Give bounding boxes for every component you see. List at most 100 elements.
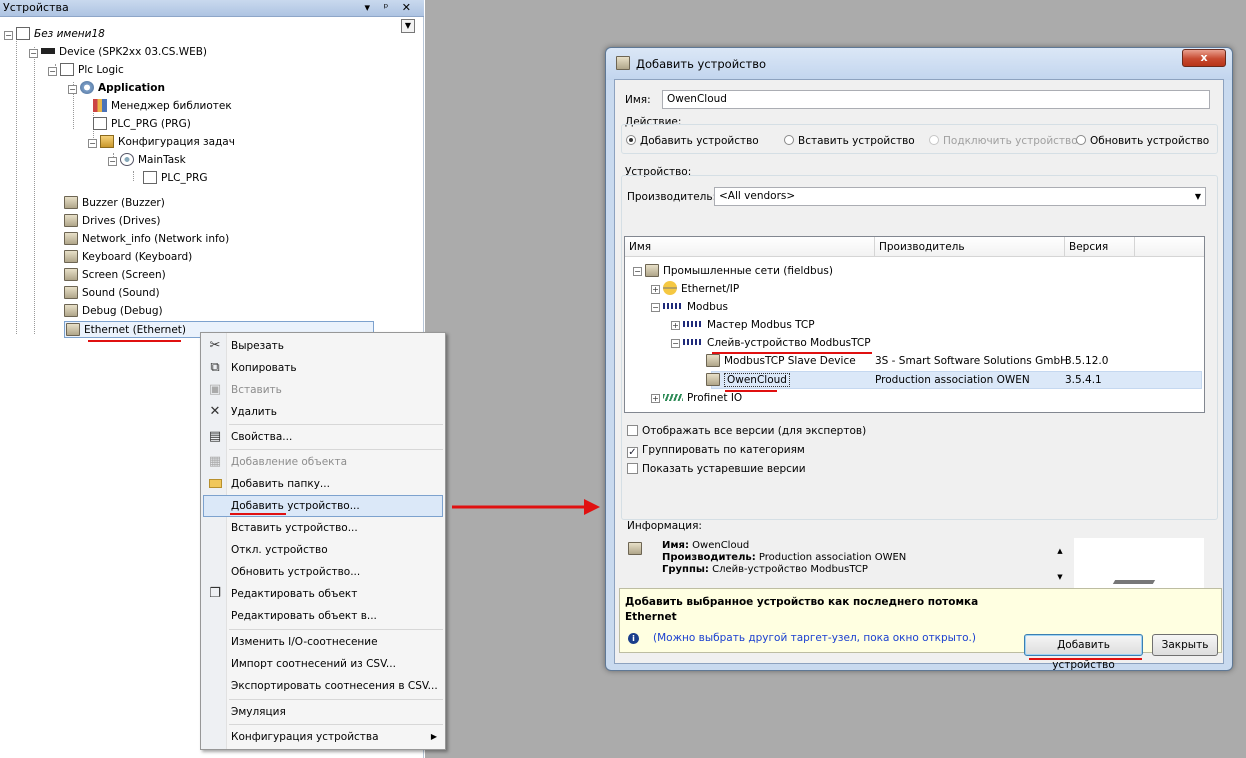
tree-module[interactable]: Buzzer (Buzzer) [64, 195, 165, 212]
tree-plc-logic[interactable]: − Plc Logic [48, 62, 124, 79]
menu-item-add-folder[interactable]: Добавить папку... [203, 473, 443, 495]
pin-icon[interactable]: ᵖ [384, 0, 394, 16]
fieldbus-icon [645, 264, 659, 277]
paste-icon: ▣ [208, 382, 222, 397]
list-row-profinet[interactable]: + Profinet IO [651, 389, 742, 407]
tree-task-config[interactable]: − Конфигурация задач [88, 134, 235, 151]
tree-library-manager[interactable]: Менеджер библиотек [93, 98, 232, 115]
red-arrow-annotation [452, 499, 600, 515]
add-device-button[interactable]: Добавить устройство [1024, 634, 1143, 671]
menu-item-export-csv[interactable]: Экспортировать соотнесения в CSV... [203, 675, 443, 697]
menu-item-delete[interactable]: ✕ Удалить [203, 401, 443, 423]
list-row-owencloud-selected[interactable]: OwenCloud Production association OWEN 3.… [706, 371, 1206, 389]
list-row-master-modbus-tcp[interactable]: + Мастер Modbus TCP [671, 316, 815, 334]
menu-item-device-config[interactable]: Конфигурация устройства ▶ [203, 726, 443, 748]
list-row-modbus[interactable]: − Modbus [651, 298, 728, 316]
column-header-version[interactable]: Версия [1065, 237, 1135, 257]
menu-item-emulation[interactable]: Эмуляция [203, 701, 443, 723]
device-list: Имя Производитель Версия − Промышленные с… [624, 236, 1205, 413]
hint-line-2: Ethernet [625, 611, 677, 623]
menu-item-edit-io-mapping[interactable]: Изменить I/O-соотнесение [203, 631, 443, 653]
device-icon [706, 373, 720, 386]
delete-icon: ✕ [209, 404, 221, 419]
list-row-ethernet-ip[interactable]: + Ethernet/IP [651, 280, 739, 298]
list-row-fieldbus[interactable]: − Промышленные сети (fieldbus) [633, 262, 833, 280]
chevron-down-icon: ▼ [1194, 192, 1201, 201]
panel-dropdown-icon[interactable]: ▾ [365, 0, 376, 16]
add-device-dialog: Добавить устройство x Имя: OwenCloud Дей… [605, 47, 1233, 671]
collapse-icon[interactable]: − [4, 31, 13, 40]
tree-plc-prg-call[interactable]: PLC_PRG [143, 170, 208, 187]
module-icon [64, 304, 78, 317]
checkbox-group-by-category[interactable]: ✓ Группировать по категориям [627, 444, 805, 458]
close-button[interactable]: Закрыть [1152, 634, 1218, 656]
tree-project[interactable]: − Без имени18 [4, 26, 105, 43]
ethernet-ip-icon [663, 281, 677, 295]
menu-item-update-device[interactable]: Обновить устройство... [203, 561, 443, 583]
hint-line-1: Добавить выбранное устройство как послед… [625, 596, 979, 608]
library-icon [93, 99, 107, 112]
column-header-name[interactable]: Имя [625, 237, 875, 257]
menu-item-cut[interactable]: ✂ Вырезать [203, 335, 443, 357]
properties-icon: ▤ [208, 429, 222, 444]
profinet-icon [663, 394, 683, 401]
edit-object-icon: ❐ [209, 586, 221, 601]
module-icon [64, 268, 78, 281]
list-row-modbustcp-slave-device[interactable]: ModbusTCP Slave Device 3S - Smart Softwa… [706, 352, 1206, 370]
radio-update-device[interactable]: Обновить устройство [1076, 135, 1209, 147]
menu-item-paste[interactable]: ▣ Вставить [203, 379, 443, 401]
tree-module[interactable]: Keyboard (Keyboard) [64, 249, 192, 266]
device-icon [41, 48, 55, 54]
name-input[interactable]: OwenCloud [662, 90, 1210, 109]
collapse-icon[interactable]: − [48, 67, 57, 76]
cut-icon: ✂ [209, 338, 221, 353]
plc-logic-icon [60, 63, 74, 76]
task-icon [120, 153, 134, 166]
tree-module[interactable]: Screen (Screen) [64, 267, 166, 284]
info-scrollbar[interactable]: ▲ ▼ [1054, 538, 1066, 590]
red-underline [1029, 658, 1142, 660]
tree-module[interactable]: Network_info (Network info) [64, 231, 229, 248]
menu-item-disable-device[interactable]: Откл. устройство [203, 539, 443, 561]
column-header-vendor[interactable]: Производитель [875, 237, 1065, 257]
menu-item-properties[interactable]: ▤ Свойства... [203, 426, 443, 448]
menu-item-edit-object[interactable]: ❐ Редактировать объект [203, 583, 443, 605]
dialog-close-button[interactable]: x [1182, 49, 1226, 67]
action-group: Добавить устройство Вставить устройство … [621, 124, 1218, 154]
tree-plc-prg[interactable]: PLC_PRG (PRG) [93, 116, 191, 133]
modbus-icon [683, 321, 703, 327]
tree-application[interactable]: − Application [68, 80, 165, 97]
tree-module[interactable]: Sound (Sound) [64, 285, 160, 302]
radio-insert-device[interactable]: Вставить устройство [784, 135, 915, 147]
copy-icon: ⧉ [210, 360, 220, 375]
list-row-slave-modbus-tcp[interactable]: − Слейв-устройство ModbusTCP [671, 334, 871, 352]
module-icon [64, 286, 78, 299]
context-menu: ✂ Вырезать ⧉ Копировать ▣ Вставить ✕ Удалить… [200, 332, 446, 750]
tree-module[interactable]: Drives (Drives) [64, 213, 160, 230]
modbus-icon [683, 339, 703, 345]
radio-add-device[interactable]: Добавить устройство [626, 135, 759, 147]
menu-item-insert-device[interactable]: Вставить устройство... [203, 517, 443, 539]
menu-item-add-object[interactable]: ▦ Добавление объекта [203, 451, 443, 473]
hint-note-link[interactable]: (Можно выбрать другой таргет-узел, пока … [653, 632, 976, 644]
add-object-icon: ▦ [208, 454, 222, 469]
tree-dropdown-button[interactable]: ▼ [401, 19, 415, 33]
collapse-icon[interactable]: − [29, 49, 38, 58]
menu-item-copy[interactable]: ⧉ Копировать [203, 357, 443, 379]
vendor-select[interactable]: <All vendors> ▼ [714, 187, 1206, 206]
menu-item-edit-object-in[interactable]: Редактировать объект в... [203, 605, 443, 627]
collapse-icon[interactable]: − [88, 139, 97, 148]
close-icon[interactable]: ✕ [402, 0, 416, 16]
info-device-icon [628, 542, 642, 555]
collapse-icon[interactable]: − [108, 157, 117, 166]
radio-plug-device[interactable]: Подключить устройство [929, 135, 1078, 147]
info-label: Информация: [627, 520, 702, 532]
tree-main-task[interactable]: − MainTask [108, 152, 186, 169]
tree-device[interactable]: − Device (SPK2xx 03.CS.WEB) [29, 44, 207, 61]
collapse-icon[interactable]: − [68, 85, 77, 94]
menu-item-import-csv[interactable]: Импорт соотнесений из CSV... [203, 653, 443, 675]
checkbox-show-outdated[interactable]: Показать устаревшие версии [627, 463, 806, 475]
checkbox-show-all-versions[interactable]: Отображать все версии (для экспертов) [627, 425, 866, 437]
info-area: Имя: OwenCloud Производитель: Production… [624, 538, 1205, 590]
tree-module[interactable]: Debug (Debug) [64, 303, 163, 320]
